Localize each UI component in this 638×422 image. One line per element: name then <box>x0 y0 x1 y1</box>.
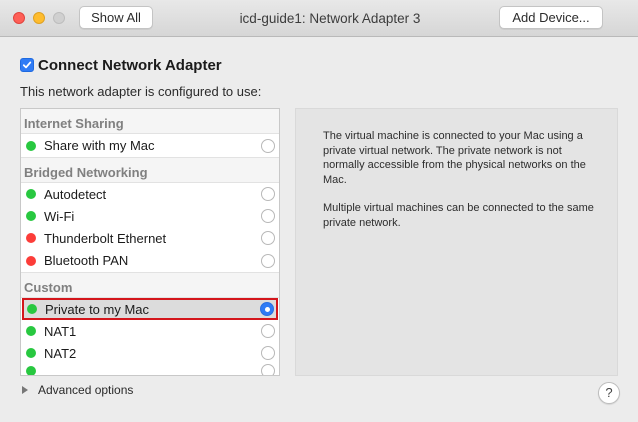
radio-partial[interactable] <box>261 364 275 375</box>
description-text: Multiple virtual machines can be connect… <box>323 202 594 229</box>
radio-autodetect[interactable] <box>261 187 275 201</box>
close-window-icon[interactable] <box>13 12 25 24</box>
list-item-thunderbolt-ethernet[interactable]: Thunderbolt Ethernet <box>21 227 279 249</box>
help-button[interactable]: ? <box>598 382 620 404</box>
status-green-icon <box>26 189 36 199</box>
list-item-label: Autodetect <box>44 186 107 202</box>
list-item-label: Private to my Mac <box>45 301 150 317</box>
status-green-icon <box>26 211 36 221</box>
status-green-icon <box>26 348 36 358</box>
minimize-window-icon[interactable] <box>33 12 45 24</box>
radio-private-to-mac[interactable] <box>260 302 274 316</box>
list-item-label: Share with my Mac <box>44 138 155 153</box>
network-list: Internet Sharing Share with my Mac Bridg… <box>20 108 280 376</box>
add-device-button[interactable]: Add Device... <box>499 6 603 29</box>
advanced-options-label: Advanced options <box>38 383 134 397</box>
section-internet-sharing: Internet Sharing <box>21 109 279 134</box>
list-item-label: NAT2 <box>44 345 77 361</box>
connect-adapter-label: Connect Network Adapter <box>38 56 222 74</box>
network-adapter-window: Show All icd-guide1: Network Adapter 3 A… <box>0 0 638 422</box>
list-item-nat1[interactable]: NAT1 <box>21 320 279 342</box>
list-item-autodetect[interactable]: Autodetect <box>21 183 279 205</box>
show-all-button[interactable]: Show All <box>79 6 153 29</box>
radio-nat2[interactable] <box>261 346 275 360</box>
list-item-label: Thunderbolt Ethernet <box>44 230 167 246</box>
checkmark-icon <box>22 61 32 69</box>
status-green-icon <box>26 140 36 151</box>
list-item-bluetooth-pan[interactable]: Bluetooth PAN <box>21 249 279 273</box>
section-custom: Custom <box>21 273 279 298</box>
list-item-partial[interactable] <box>21 364 279 375</box>
list-item-private-to-mac[interactable]: Private to my Mac <box>22 298 278 320</box>
window-title: icd-guide1: Network Adapter 3 <box>239 11 421 26</box>
radio-nat1[interactable] <box>261 324 275 338</box>
status-red-icon <box>26 255 36 266</box>
connect-adapter-checkbox[interactable] <box>20 58 34 72</box>
list-item-wifi[interactable]: Wi-Fi <box>21 205 279 227</box>
description-text: The virtual machine is connected to your… <box>323 130 586 186</box>
radio-share-with-mac[interactable] <box>261 138 275 153</box>
list-item-label: NAT1 <box>44 323 77 339</box>
status-green-icon <box>26 326 36 336</box>
status-green-icon <box>26 366 36 375</box>
connect-adapter-row[interactable]: Connect Network Adapter <box>20 55 222 75</box>
radio-bluetooth-pan[interactable] <box>261 253 275 268</box>
advanced-options-disclosure[interactable]: Advanced options <box>22 383 133 397</box>
disclosure-triangle-icon[interactable] <box>22 386 28 394</box>
status-green-icon <box>27 304 37 314</box>
zoom-window-icon <box>53 12 65 24</box>
list-item-share-with-mac[interactable]: Share with my Mac <box>21 134 279 158</box>
list-item-nat2[interactable]: NAT2 <box>21 342 279 364</box>
radio-wifi[interactable] <box>261 209 275 223</box>
list-item-label: Bluetooth PAN <box>44 253 129 268</box>
list-item-label: Wi-Fi <box>44 208 75 224</box>
configured-label: This network adapter is configured to us… <box>20 84 262 99</box>
radio-thunderbolt-ethernet[interactable] <box>261 231 275 245</box>
title-bar: Show All icd-guide1: Network Adapter 3 A… <box>0 0 638 37</box>
section-bridged-networking: Bridged Networking <box>21 158 279 183</box>
description-panel: The virtual machine is connected to your… <box>295 108 618 376</box>
status-red-icon <box>26 233 36 243</box>
